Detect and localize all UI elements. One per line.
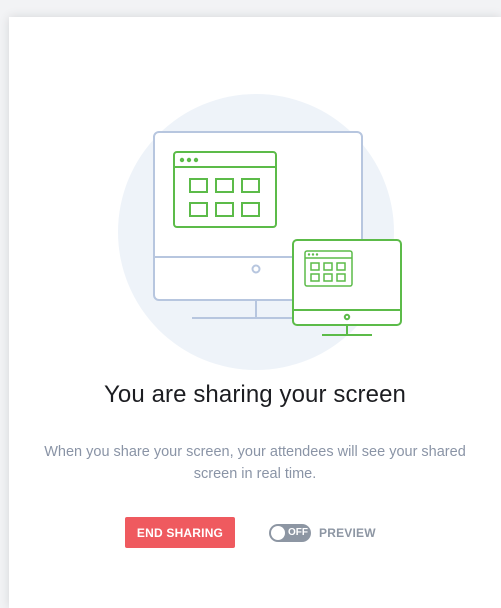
preview-toggle[interactable]: OFF [269, 524, 311, 542]
preview-label[interactable]: PREVIEW [319, 526, 376, 540]
small-window-dots-icon [307, 253, 319, 256]
preview-toggle-group: OFF PREVIEW [269, 523, 376, 543]
small-app-window-icon [304, 250, 353, 287]
toggle-knob [271, 526, 285, 540]
screen-share-illustration [118, 94, 402, 370]
end-sharing-button[interactable]: END SHARING [125, 517, 235, 548]
window-dots-icon [179, 157, 199, 163]
screen-share-dialog: You are sharing your screen When you sha… [9, 17, 501, 608]
app-window-icon [173, 151, 277, 228]
dialog-description: When you share your screen, your attende… [44, 444, 466, 482]
dialog-title: You are sharing your screen [104, 381, 406, 408]
toggle-state-label: OFF [288, 527, 308, 538]
